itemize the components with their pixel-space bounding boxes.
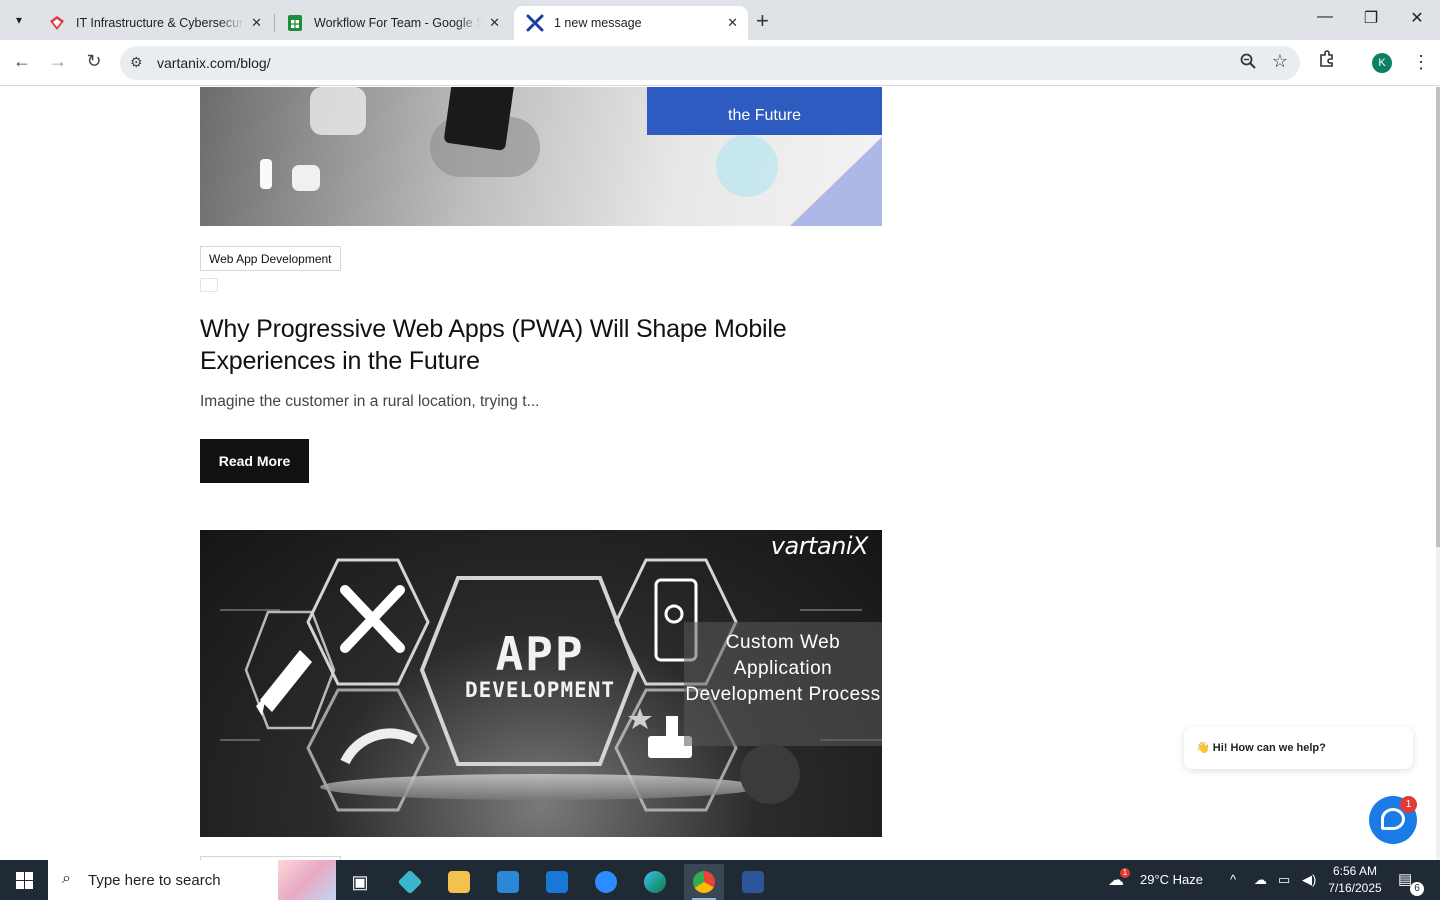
post-featured-image-pwa[interactable]: the Future [200,87,882,226]
decorative-triangle [790,137,882,226]
page-scrollbar[interactable] [1436,87,1440,860]
back-arrow-icon[interactable]: ← [10,51,34,72]
system-clock[interactable]: 6:56 AM 7/16/2025 [1328,863,1382,897]
microsoft-store-icon[interactable] [488,864,528,900]
sheets-favicon-icon [286,14,304,32]
image-caption: Custom Web Application Development Proce… [684,622,882,746]
notification-count-badge: 6 [1410,882,1424,896]
browser-toolbar: ← → ↻ ⚙ vartanix.com/blog/ ☆ K ⋮ [0,40,1440,86]
tray-overflow-chevron-icon[interactable]: ^ [1230,872,1236,887]
more-menu-icon[interactable]: ⋮ [1412,52,1430,73]
weather-alert-badge: 1 [1120,868,1130,878]
windows-logo-icon [15,871,33,889]
app-text-line2: DEVELOPMENT [464,678,616,702]
decorative-circle [740,744,800,804]
bookmark-star-icon[interactable]: ☆ [1272,51,1288,72]
image-banner-text: the Future [728,107,801,124]
zoom-app-icon[interactable] [586,864,626,900]
app-development-heading: APP DEVELOPMENT [458,630,622,702]
tab-search-chevron-icon[interactable]: ▾ [6,7,32,33]
windows-taskbar: ⌕ Type here to search ▣ ☁ 1 29°C Haze ^ … [0,860,1440,900]
gauge-icon [340,728,418,765]
chat-greeting-bubble[interactable]: 👋 Hi! How can we help? [1184,727,1413,769]
clock-date: 7/16/2025 [1328,881,1382,895]
address-bar[interactable]: ⚙ vartanix.com/blog/ ☆ [120,46,1300,80]
tab-title: Workflow For Team - Google Sheets [314,16,482,30]
close-tab-icon[interactable]: ✕ [251,15,262,31]
app-text-line1: APP [495,627,585,681]
network-icon[interactable]: ▭ [1278,872,1290,888]
site-settings-icon[interactable]: ⚙ [130,54,143,71]
close-tab-icon[interactable]: ✕ [727,15,738,31]
forward-arrow-icon[interactable]: → [46,51,70,72]
word-icon[interactable] [733,864,773,900]
onedrive-icon[interactable]: ☁ [1254,872,1267,888]
vartanix-favicon-icon [526,14,544,32]
start-button[interactable] [0,860,48,900]
image-banner: the Future [647,87,882,135]
app-icon-diamond[interactable] [390,864,430,900]
url-text[interactable]: vartanix.com/blog/ [157,55,271,71]
chat-bubble-icon [1381,808,1405,830]
pencil-ruler-icon [340,585,405,653]
search-placeholder: Type here to search [88,872,221,889]
decorative-circle [716,135,778,197]
profile-avatar[interactable]: K [1372,53,1392,73]
tab-new-message[interactable]: 1 new message ✕ [514,6,748,40]
search-highlight-illustration [278,860,336,900]
browser-tabstrip: ▾ IT Infrastructure & Cybersecurity ✕ Wo… [0,0,1440,40]
minimize-icon[interactable]: — [1302,8,1348,26]
category-tag[interactable]: Web App Development [200,246,341,271]
star-icons [628,708,652,729]
restore-icon[interactable]: ❐ [1348,8,1394,28]
diamond-favicon-icon [48,14,66,32]
tablet-shape [320,774,760,800]
edge-icon[interactable] [635,864,675,900]
new-tab-icon[interactable]: + [756,8,769,34]
close-tab-icon[interactable]: ✕ [489,15,500,31]
tab-title: IT Infrastructure & Cybersecurity [76,16,244,30]
taskbar-search-box[interactable]: ⌕ Type here to search [48,860,336,900]
tag-placeholder-box [200,278,218,292]
tab-it-infrastructure[interactable]: IT Infrastructure & Cybersecurity ✕ [36,6,272,40]
tab-workflow-sheets[interactable]: Workflow For Team - Google Sheets ✕ [274,6,510,40]
chat-unread-badge: 1 [1400,796,1417,813]
post-featured-image-app-development[interactable]: vartaniX APP DEVELOPMENT Custom Web Appl… [200,530,882,837]
reload-icon[interactable]: ↻ [82,51,106,72]
decorative-bubble [260,159,272,189]
rocket-icon [256,650,312,716]
scrollbar-thumb[interactable] [1436,87,1440,547]
file-explorer-icon[interactable] [439,864,479,900]
tab-title: 1 new message [554,16,642,30]
chrome-icon[interactable] [684,864,724,900]
volume-icon[interactable]: ◀) [1302,872,1316,888]
zoom-icon[interactable] [1240,53,1256,73]
task-view-icon[interactable]: ▣ [340,864,380,900]
post-excerpt: Imagine the customer in a rural location… [200,393,540,410]
clock-time: 6:56 AM [1332,864,1378,878]
read-more-button[interactable]: Read More [200,439,309,483]
decorative-bubble [310,87,366,135]
vartanix-logo: vartaniX [770,532,869,560]
weather-text[interactable]: 29°C Haze [1140,872,1203,887]
post-title[interactable]: Why Progressive Web Apps (PWA) Will Shap… [200,313,880,377]
search-icon: ⌕ [62,870,71,887]
decorative-bubble [292,165,320,191]
close-window-icon[interactable]: ✕ [1394,8,1440,28]
extensions-puzzle-icon[interactable] [1318,50,1336,73]
mail-icon[interactable] [537,864,577,900]
phone-illustration [443,87,515,151]
